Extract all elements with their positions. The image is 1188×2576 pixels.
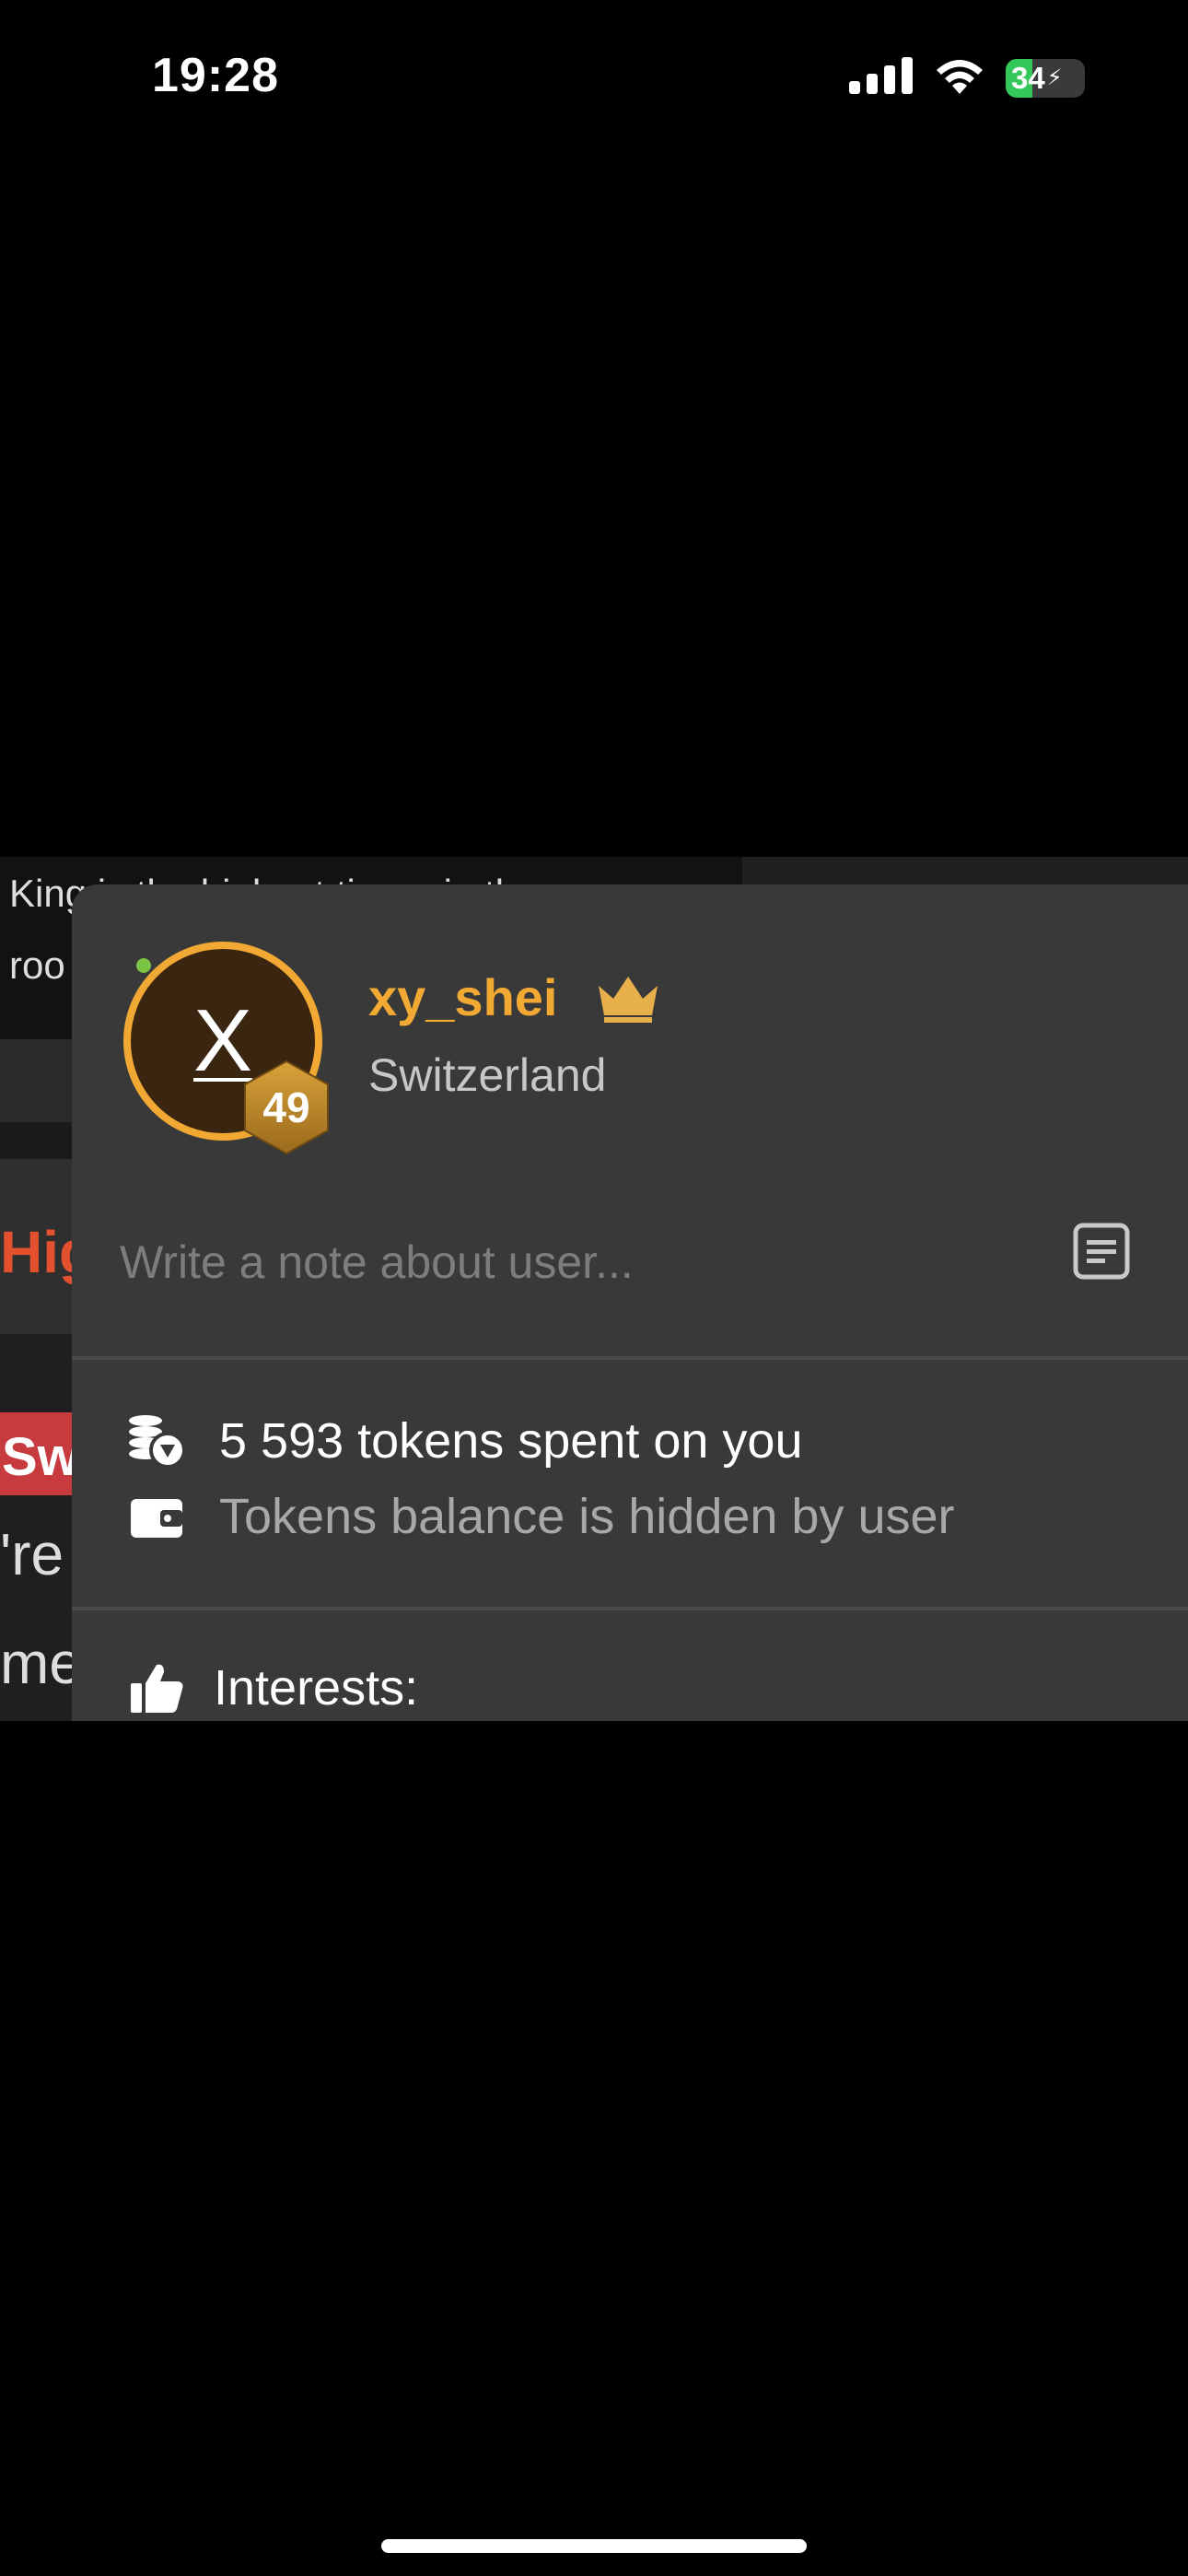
crown-icon xyxy=(595,973,661,1027)
tokens-spent-text: 5 593 tokens spent on you xyxy=(219,1413,803,1469)
online-status-dot xyxy=(136,958,151,973)
section-divider xyxy=(72,1356,1188,1360)
tokens-balance-text: Tokens balance is hidden by user xyxy=(219,1489,955,1544)
avatar[interactable]: X 49 xyxy=(123,942,329,1155)
signal-icon xyxy=(849,57,914,99)
chat-divider xyxy=(0,1122,72,1159)
username: xy_shei xyxy=(368,968,558,1026)
chat-text-fragment: me xyxy=(0,1630,82,1696)
section-divider xyxy=(72,1607,1188,1610)
user-country: Switzerland xyxy=(368,1049,607,1101)
chat-badge-text: Sw xyxy=(2,1427,79,1487)
battery-icon: 34 ⚡ xyxy=(1006,58,1085,98)
wifi-icon xyxy=(934,57,985,99)
level-number: 49 xyxy=(262,1083,310,1131)
tokens-balance-row: Tokens balance is hidden by user xyxy=(127,1487,955,1546)
interests-row: Interests: xyxy=(127,1658,418,1717)
wallet-icon xyxy=(127,1487,186,1546)
note-icon[interactable] xyxy=(1072,1222,1131,1285)
user-profile-panel: X 49 xy_shei Switzerland Write a note ab… xyxy=(72,884,1188,1721)
level-badge: 49 xyxy=(241,1060,332,1155)
user-note-input[interactable] xyxy=(120,1225,1050,1299)
chat-text-line: roo xyxy=(9,943,65,987)
chat-text-fragment: 're xyxy=(0,1521,64,1587)
coins-icon xyxy=(127,1411,186,1470)
charging-bolt-icon: ⚡ xyxy=(1046,65,1063,90)
tokens-spent-row: 5 593 tokens spent on you xyxy=(127,1411,802,1470)
thumbs-up-icon xyxy=(127,1658,186,1717)
interests-label: Interests: xyxy=(214,1660,419,1715)
status-time: 19:28 xyxy=(152,49,279,102)
app-screenshot: King is the highest tipper in the roo Hi… xyxy=(0,857,1188,1721)
home-indicator[interactable] xyxy=(381,2539,807,2553)
battery-percent: 34 xyxy=(1011,60,1045,95)
chat-divider xyxy=(0,1039,72,1122)
status-icons: 34 ⚡ xyxy=(849,57,1085,99)
